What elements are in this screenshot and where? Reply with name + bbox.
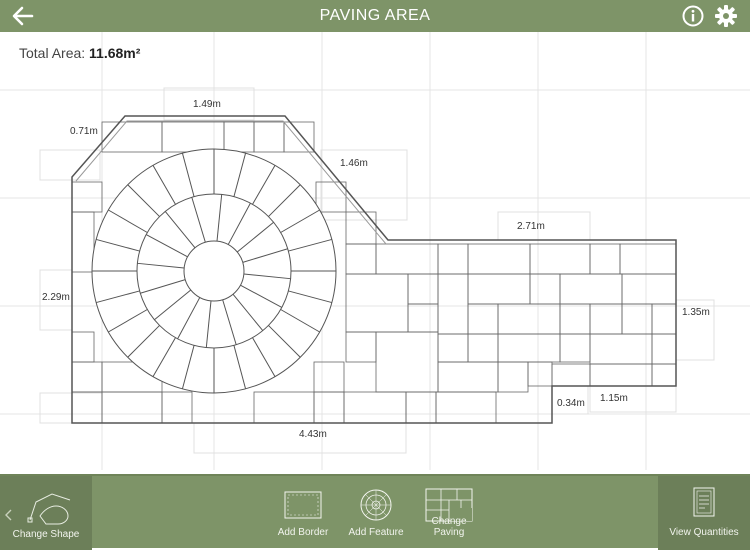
view-quantities-button[interactable]: View Quantities <box>658 476 750 550</box>
document-icon <box>693 487 715 517</box>
paving-slab <box>407 273 439 305</box>
dim-notch-width: 1.15m <box>600 393 628 404</box>
paving-slab <box>559 303 591 335</box>
paving-slab <box>161 121 225 153</box>
chevron-left-icon <box>5 509 12 521</box>
paving-slab <box>375 331 439 393</box>
info-icon[interactable] <box>682 5 704 27</box>
dim-bottom: 4.43m <box>299 429 327 440</box>
change-shape-button[interactable]: Change Shape <box>0 476 92 550</box>
paving-slab <box>619 243 677 275</box>
paving-slab <box>437 243 469 275</box>
paving-slab <box>651 333 677 365</box>
paving-slab <box>313 361 345 393</box>
total-area-label: Total Area: <box>19 45 86 61</box>
paving-slab <box>589 303 623 335</box>
paving-slab <box>559 273 623 305</box>
paving-slab <box>437 333 469 363</box>
paving-slab <box>101 121 163 153</box>
dim-left-chamfer: 0.71m <box>70 126 98 137</box>
paving-slab <box>345 211 377 245</box>
paving-slab <box>497 333 561 363</box>
paving-slab <box>651 363 677 387</box>
paving-slab <box>405 391 437 424</box>
bottom-toolbar: Change Shape Add Border Add Feature Chan… <box>0 474 750 550</box>
paving-slab <box>161 391 193 424</box>
paving-slab <box>71 361 103 393</box>
paving-slab <box>589 333 653 365</box>
add-border-button[interactable]: Add Border <box>274 476 332 550</box>
paving-slab <box>497 303 561 335</box>
paving-slab <box>71 211 95 273</box>
dim-notch-height: 0.34m <box>557 398 585 409</box>
paving-slab <box>71 391 103 424</box>
border-icon <box>284 491 322 519</box>
paving-slab <box>467 273 531 305</box>
total-area: Total Area: 11.68m² <box>19 45 140 61</box>
dim-right-side: 1.35m <box>682 307 710 318</box>
paving-slab <box>467 243 531 275</box>
dim-right-top: 2.71m <box>517 221 545 232</box>
top-bar: PAVING AREA <box>0 0 750 32</box>
paving-slab <box>223 121 255 153</box>
paving-slab <box>467 333 499 363</box>
paving-slab <box>345 273 409 333</box>
paving-slab <box>497 361 529 393</box>
paving-slab <box>101 391 163 424</box>
paving-slab <box>559 333 591 363</box>
paving-slab <box>437 361 499 393</box>
dim-diagonal: 1.46m <box>340 158 368 169</box>
paving-slab <box>345 243 377 275</box>
paving-slab <box>407 303 439 333</box>
paving-slab <box>253 391 315 424</box>
circle-feature-icon <box>360 489 392 521</box>
paving-slab <box>343 391 407 424</box>
paving-slab <box>375 243 439 275</box>
paving-slab <box>621 303 653 335</box>
paving-slab <box>589 363 653 387</box>
paving-slab <box>551 363 591 387</box>
add-feature-label: Add Feature <box>348 527 404 538</box>
view-quantities-label: View Quantities <box>669 527 739 538</box>
dim-left-side: 2.29m <box>42 292 70 303</box>
paving-slab <box>253 121 285 153</box>
add-border-label: Add Border <box>277 527 329 538</box>
paving-slab <box>71 331 95 363</box>
total-area-value: 11.68m² <box>89 45 141 61</box>
paving-slab <box>527 361 553 387</box>
paving-slab <box>283 121 315 153</box>
paving-slab <box>529 273 561 305</box>
paving-slab <box>437 273 469 335</box>
paving-canvas[interactable]: 1.49m 0.71m 1.46m 2.71m 2.29m 1.35m 4.43… <box>0 32 750 474</box>
paving-slab <box>529 243 591 275</box>
change-paving-button[interactable]: Change Paving <box>416 476 482 550</box>
circle-feature <box>91 148 337 394</box>
paving-slab <box>313 391 345 424</box>
paving-slab <box>589 243 621 275</box>
change-shape-label: Change Shape <box>12 529 80 540</box>
paving-slab <box>621 273 677 305</box>
gear-icon[interactable] <box>714 4 738 28</box>
paving-slab <box>467 303 499 335</box>
page-title: PAVING AREA <box>319 7 431 24</box>
add-feature-button[interactable]: Add Feature <box>346 476 406 550</box>
hand-shape-icon <box>27 493 71 525</box>
paving-slab <box>71 181 103 213</box>
paving-slab <box>435 391 497 424</box>
dim-top-edge: 1.49m <box>193 99 221 110</box>
paving-slab <box>651 303 677 335</box>
change-paving-label: Change Paving <box>431 516 467 538</box>
paving-slab <box>345 331 377 363</box>
